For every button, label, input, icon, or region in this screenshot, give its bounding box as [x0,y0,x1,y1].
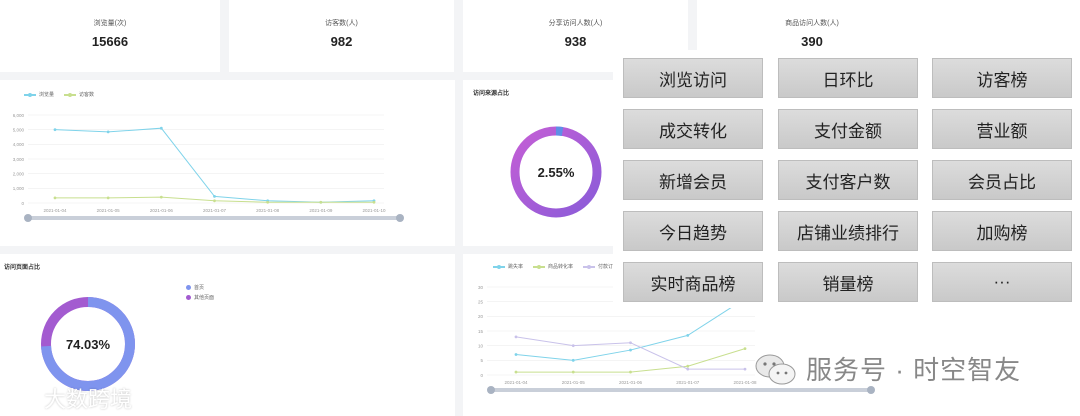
menu-button[interactable]: 营业额 [932,109,1072,149]
data-point [319,200,323,204]
zoom-slider-handle[interactable] [867,386,875,394]
y-tick-label: 0 [21,201,24,206]
x-tick-label: 2021-01-09 [309,208,333,213]
menu-button[interactable]: 店铺业绩排行 [778,211,918,251]
brand-logo-icon [8,386,37,409]
stat-title: 分享访问人数(人) [548,20,603,27]
series-line [54,127,375,203]
menu-button[interactable]: ··· [932,262,1072,302]
menu-button[interactable]: 加购榜 [932,211,1072,251]
watermark-text: 服务号 · 时空智友 [806,355,1022,385]
y-tick-label: 25 [478,299,484,304]
donut-center-label: 74.03% [65,337,111,352]
data-point [213,199,216,203]
stat-value: 15666 [91,34,129,49]
x-tick-label: 2021-01-07 [676,380,700,385]
stat-title: 商品访问人数(人) [785,20,839,27]
data-point [514,353,518,356]
zoom-slider-handle[interactable] [396,214,404,222]
x-tick-label: 2021-01-04 [504,380,528,385]
x-tick-label: 2021-01-05 [562,380,586,385]
x-tick-label: 2021-01-06 [150,208,174,213]
trend-line-chart: 6,000 5,000 4,000 3,000 2,000 1,000 0 2021-01-0… [13,113,404,222]
metrics-menu: 浏览访问 日环比 访客榜成交转化 支付金额 营业额新增会员 支付客户数 会员占比今日趋势 店铺… [613,50,1080,308]
donut-center-label: 2.55% [537,165,575,180]
y-tick-label: 15 [478,329,484,334]
zoom-slider-handle[interactable] [487,386,495,394]
data-point [743,347,747,350]
menu-button[interactable]: 支付客户数 [778,160,918,200]
data-point [106,196,110,200]
data-point [571,370,575,374]
stat-card-visitors: 访客数(人) 982 [229,0,454,72]
stat-value: 390 [801,34,823,49]
data-point [571,344,575,348]
menu-button[interactable]: 实时商品榜 [623,262,763,302]
data-point [159,126,163,130]
menu-button[interactable]: 支付金额 [778,109,918,149]
menu-button[interactable]: 日环比 [778,58,918,98]
y-tick-label: 10 [478,343,484,348]
x-tick-label: 2021-01-07 [203,208,227,213]
menu-button[interactable]: 销量榜 [778,262,918,302]
data-point [743,367,747,371]
stat-value: 938 [564,34,587,49]
menu-button[interactable]: 浏览访问 [623,58,763,98]
stat-card-page-views: 浏览量(次) 15666 [0,0,220,72]
data-point [629,348,632,352]
data-point [159,195,163,199]
y-tick-label: 20 [478,314,484,319]
y-tick-label: 5,000 [13,127,25,132]
data-point [686,334,690,337]
x-tick-label: 2021-01-10 [362,208,386,213]
data-point [53,196,57,200]
menu-button[interactable]: 访客榜 [932,58,1072,98]
watermark-left: 大数跨境 [6,382,132,414]
source-share-panel: 访问来源占比 2.55% [463,80,623,246]
y-tick-label: 5 [480,358,483,363]
zoom-slider-handle[interactable] [24,214,32,222]
stat-title: 浏览量(次) [93,20,127,27]
data-point [629,341,632,345]
source-donut-chart [510,126,602,218]
data-point [514,335,518,339]
x-tick-label: 2021-01-08 [256,208,280,213]
menu-button[interactable]: 成交转化 [623,109,763,149]
x-tick-label: 2021-01-04 [43,208,67,213]
menu-button[interactable]: 会员占比 [932,160,1072,200]
y-tick-label: 2,000 [13,171,25,176]
x-tick-label: 2021-01-06 [619,380,643,385]
y-tick-label: 0 [480,373,483,378]
data-point [686,364,690,368]
watermark-right: 服务号 · 时空智友 [754,350,1021,387]
data-point [106,130,110,134]
stat-title: 访客数(人) [325,20,358,27]
data-point [571,358,575,362]
data-point [266,200,270,204]
data-point [372,200,376,204]
data-point [53,128,57,132]
menu-button[interactable]: 今日趋势 [623,211,763,251]
stat-value: 982 [330,34,353,49]
trend-chart-panel: 浏览量 访客数 6,000 5,000 4,000 3,000 2,000 1,000 0 2… [0,80,455,246]
data-point [514,370,518,374]
y-tick-label: 4,000 [13,142,25,147]
x-tick-label: 2021-01-05 [97,208,121,213]
y-tick-label: 3,000 [13,157,25,162]
watermark-text: 大数跨境 [44,387,133,412]
y-tick-label: 6,000 [13,113,25,118]
wechat-icon [755,354,796,384]
y-tick-label: 1,000 [13,186,25,191]
y-tick-label: 30 [478,285,484,290]
data-point [629,370,632,374]
data-point [686,367,690,371]
data-point [213,195,216,198]
menu-button[interactable]: 新增会员 [623,160,763,200]
